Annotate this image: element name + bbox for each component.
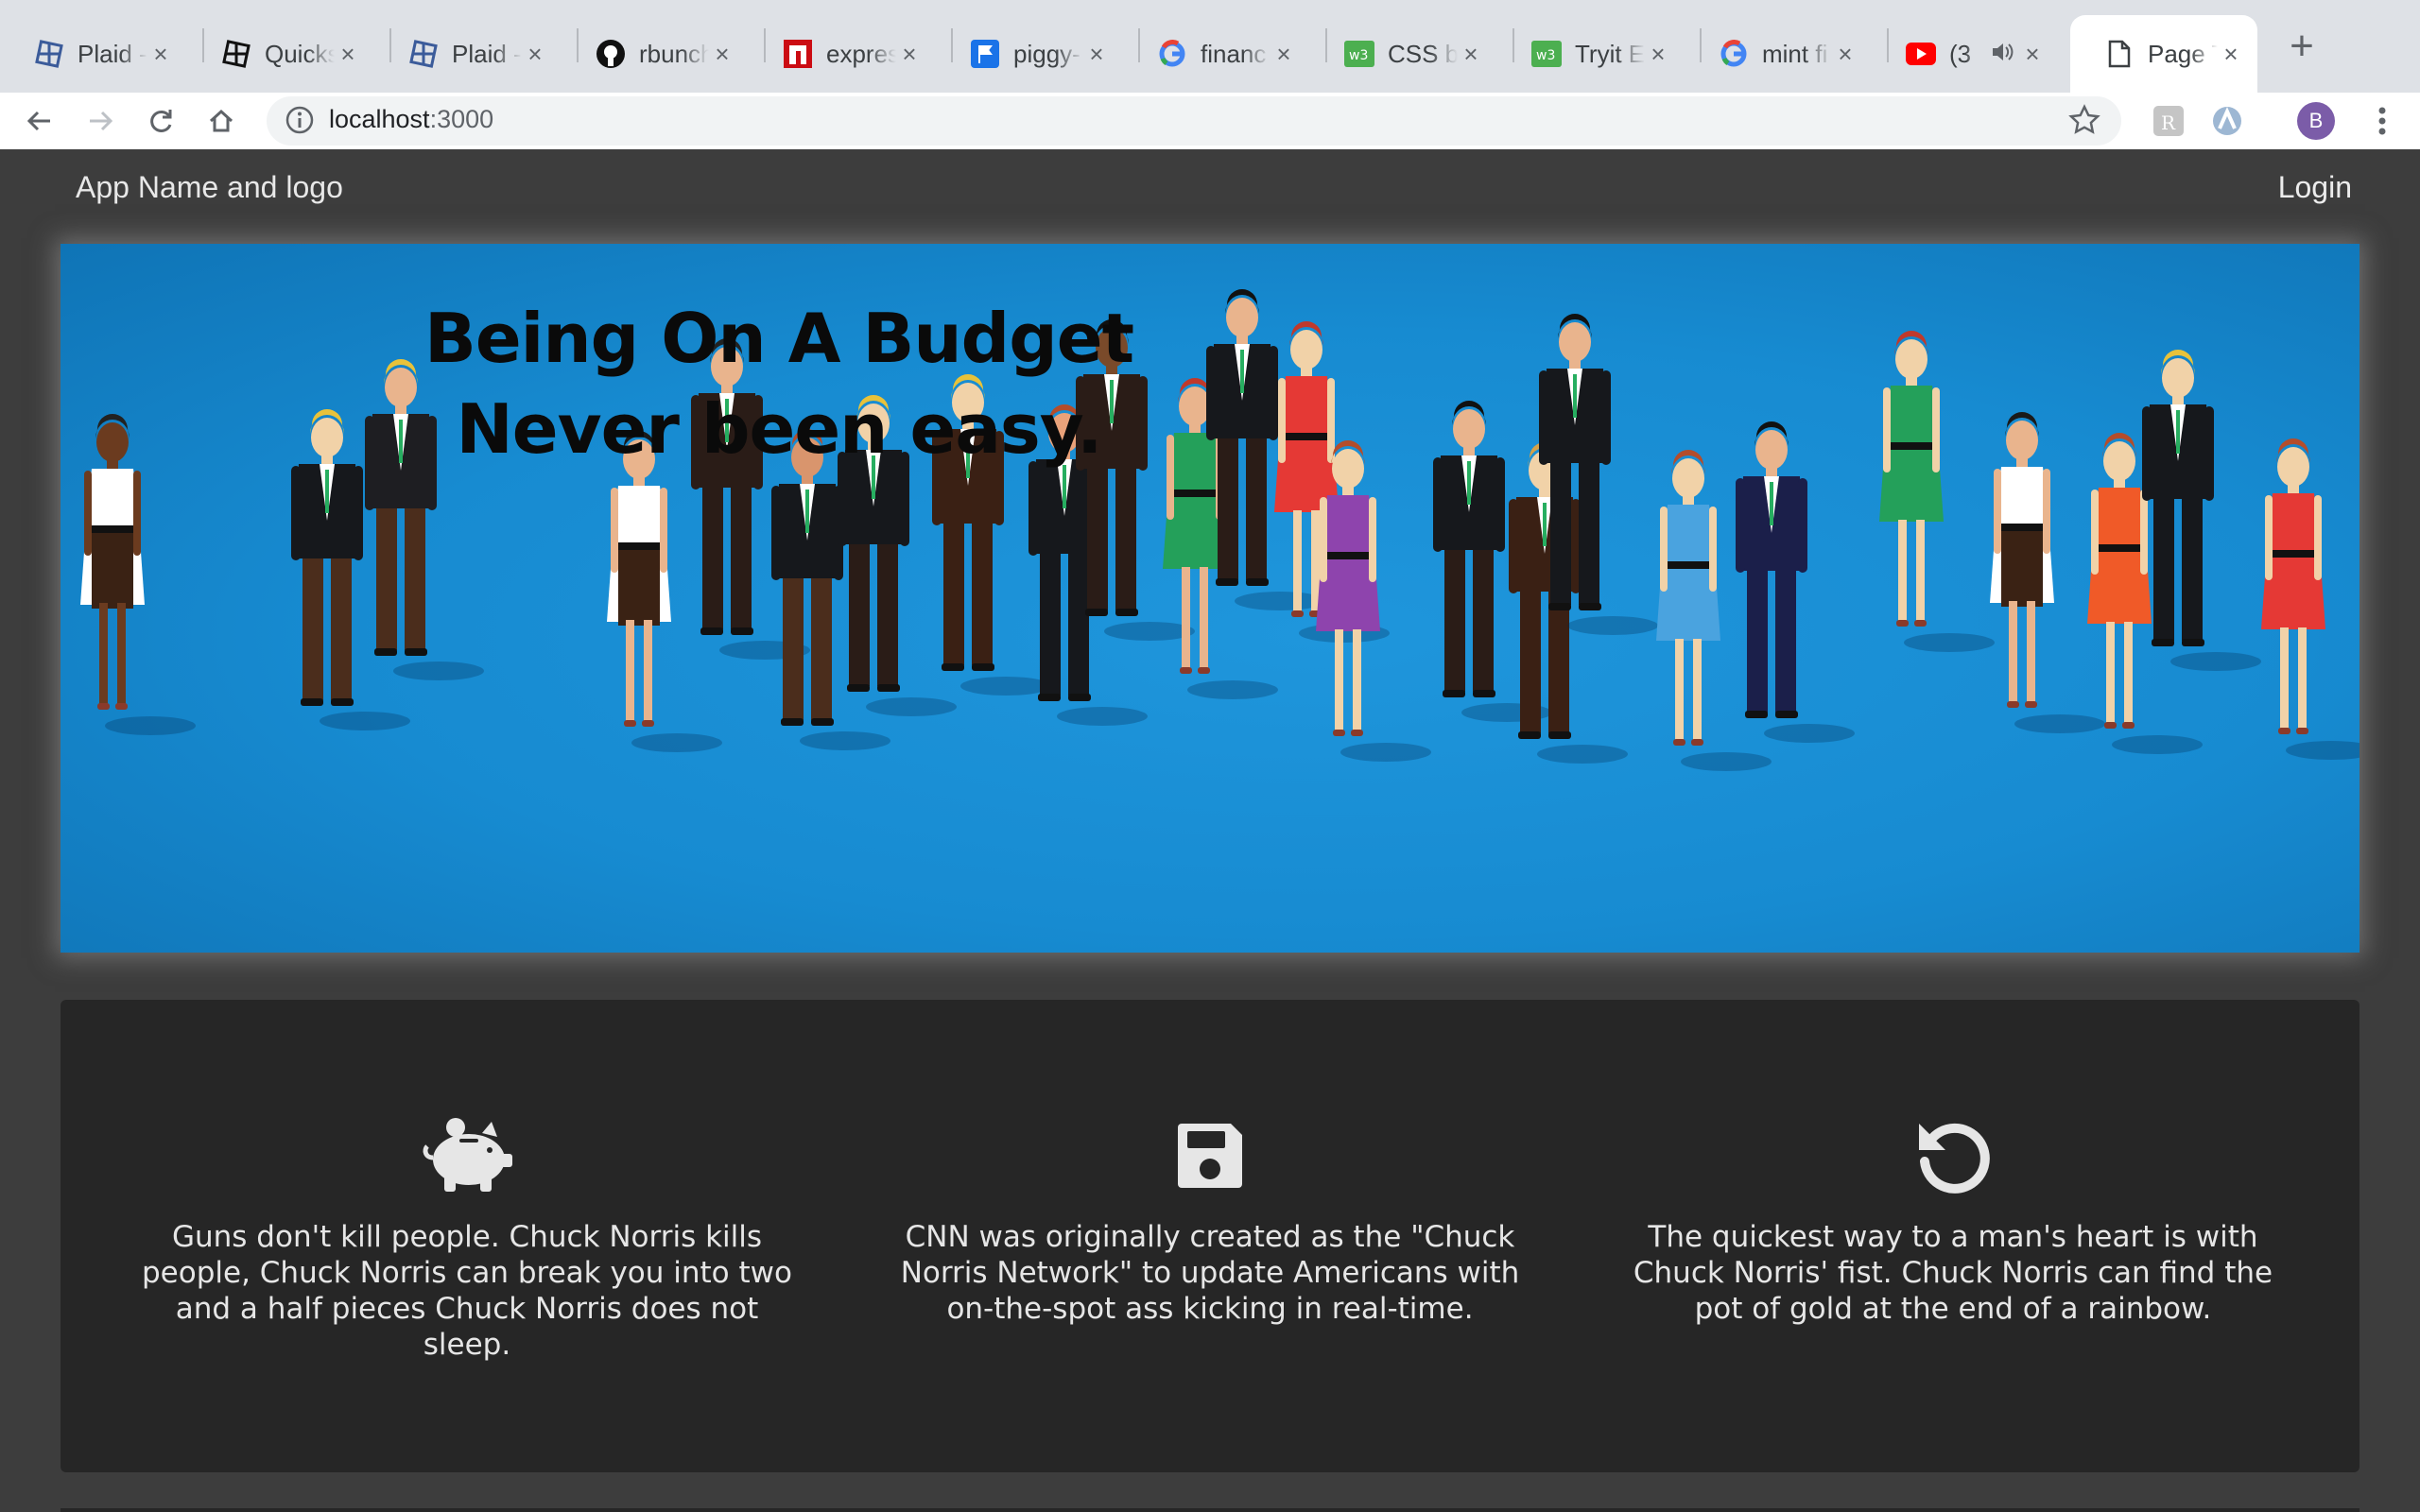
browser-tab-bar: Plaid - × Quickst × Plaid - × rbunch × e…: [0, 0, 2420, 93]
hero-heading: Being On A Budget Never been easy.: [344, 293, 1214, 474]
floppy-disk-icon: [1153, 1113, 1267, 1198]
home-button[interactable]: [200, 100, 242, 142]
close-icon[interactable]: ×: [338, 42, 357, 66]
svg-text:w3: w3: [1536, 48, 1555, 63]
youtube-icon: [1906, 39, 1936, 69]
svg-text:R: R: [2161, 112, 2176, 134]
browser-tab[interactable]: rbunch ×: [562, 15, 749, 93]
close-icon[interactable]: ×: [1836, 42, 1855, 66]
plaid-icon: [408, 39, 439, 69]
profile-avatar[interactable]: B: [2297, 102, 2335, 140]
new-tab-button[interactable]: +: [2280, 25, 2324, 68]
back-button[interactable]: [19, 100, 60, 142]
feature-card: The quickest way to a man's heart is wit…: [1622, 1113, 2284, 1327]
feature-text: CNN was originally created as the "Chuck…: [900, 1220, 1520, 1326]
tab-title: financ: [1201, 39, 1267, 68]
plaid-icon: [34, 39, 64, 69]
person-figure: [1736, 421, 1855, 743]
tab-title: Plaid -: [452, 39, 522, 68]
info-icon[interactable]: [284, 104, 316, 141]
piggy-bank-icon: [410, 1113, 524, 1198]
person-figure: [1879, 331, 1995, 652]
close-icon[interactable]: ×: [2221, 42, 2240, 66]
footer-divider: [60, 1508, 2360, 1512]
home-icon: [209, 109, 233, 132]
person-figure: [1990, 412, 2105, 733]
tab-title: piggy-: [1013, 39, 1080, 68]
person-figure: [2142, 350, 2261, 671]
close-icon[interactable]: ×: [1087, 42, 1106, 66]
extension-icon[interactable]: R: [2150, 102, 2187, 140]
close-icon[interactable]: ×: [2023, 42, 2042, 66]
browser-tab[interactable]: financ ×: [1123, 15, 1310, 93]
forward-arrow-icon: [90, 111, 113, 131]
hero-heading-line2: Never been easy.: [456, 389, 1103, 469]
tab-title: Page T: [2148, 39, 2218, 68]
address-bar[interactable]: localhost:3000: [267, 96, 2121, 146]
url-text: localhost:3000: [329, 105, 493, 134]
plaid-icon: [221, 39, 251, 69]
browser-menu-icon[interactable]: [2363, 102, 2401, 145]
extension-icon[interactable]: [2208, 102, 2246, 140]
close-icon[interactable]: ×: [1274, 42, 1293, 66]
github-icon: [596, 39, 626, 69]
url-port: :3000: [429, 105, 494, 133]
browser-tab[interactable]: Plaid - ×: [0, 15, 187, 93]
undo-icon: [1896, 1113, 2010, 1198]
speaker-icon[interactable]: [1991, 42, 2014, 67]
svg-text:w3: w3: [1349, 48, 1368, 63]
flag-icon: [970, 39, 1000, 69]
tab-title: Tryit E: [1575, 39, 1645, 68]
person-figure: [1539, 314, 1658, 635]
feature-card: CNN was originally created as the "Chuck…: [879, 1113, 1541, 1327]
hero-banner: Being On A Budget Never been easy.: [60, 244, 2360, 953]
tab-title: CSS bu: [1388, 39, 1458, 68]
close-icon[interactable]: ×: [526, 42, 544, 66]
reload-icon: [150, 110, 172, 132]
tab-title: mint fi: [1762, 39, 1828, 68]
close-icon[interactable]: ×: [1461, 42, 1480, 66]
close-icon[interactable]: ×: [151, 42, 170, 66]
feature-card: Guns don't kill people. Chuck Norris kil…: [136, 1113, 798, 1363]
reload-button[interactable]: [140, 100, 182, 142]
browser-tab[interactable]: express ×: [749, 15, 936, 93]
tab-title: Plaid -: [78, 39, 147, 68]
close-icon[interactable]: ×: [1649, 42, 1668, 66]
tab-title: (3: [1949, 39, 1972, 68]
page-icon: [2104, 39, 2135, 69]
feature-text: The quickest way to a man's heart is wit…: [1633, 1220, 2273, 1326]
browser-tab-active[interactable]: Page T ×: [2070, 15, 2257, 93]
back-arrow-icon: [26, 111, 50, 131]
google-icon: [1719, 39, 1749, 69]
forward-button[interactable]: [79, 100, 121, 142]
close-icon[interactable]: ×: [900, 42, 919, 66]
browser-tab[interactable]: w3 CSS bu ×: [1310, 15, 1497, 93]
close-icon[interactable]: ×: [713, 42, 732, 66]
navbar: App Name and logo Login: [0, 149, 2420, 229]
w3schools-icon: w3: [1344, 39, 1374, 69]
page-content: App Name and logo Login Being On A Budge…: [0, 149, 2420, 1512]
browser-tab[interactable]: w3 Tryit E ×: [1497, 15, 1685, 93]
browser-tab[interactable]: mint fi ×: [1685, 15, 1872, 93]
browser-tab[interactable]: (3 ×: [1872, 15, 2059, 93]
feature-text: Guns don't kill people. Chuck Norris kil…: [142, 1220, 792, 1362]
tab-title: express: [826, 39, 896, 68]
person-figure: [80, 414, 196, 735]
login-link[interactable]: Login: [2278, 170, 2352, 205]
browser-tab[interactable]: Plaid - ×: [374, 15, 562, 93]
browser-toolbar: localhost:3000 R B: [0, 93, 2420, 149]
hero-heading-line1: Being On A Budget: [424, 299, 1134, 378]
url-host: localhost: [329, 105, 430, 133]
google-icon: [1157, 39, 1187, 69]
person-figure: [2261, 438, 2360, 760]
tab-title: Quickst: [265, 39, 335, 68]
browser-tab[interactable]: Quickst ×: [187, 15, 374, 93]
features-panel: Guns don't kill people. Chuck Norris kil…: [60, 1000, 2360, 1472]
brand-logo-link[interactable]: App Name and logo: [76, 170, 343, 205]
browser-tab[interactable]: piggy- ×: [936, 15, 1123, 93]
w3schools-icon: w3: [1531, 39, 1562, 69]
bookmark-star-icon[interactable]: [2068, 104, 2100, 141]
tab-title: rbunch: [639, 39, 709, 68]
npm-icon: [783, 39, 813, 69]
